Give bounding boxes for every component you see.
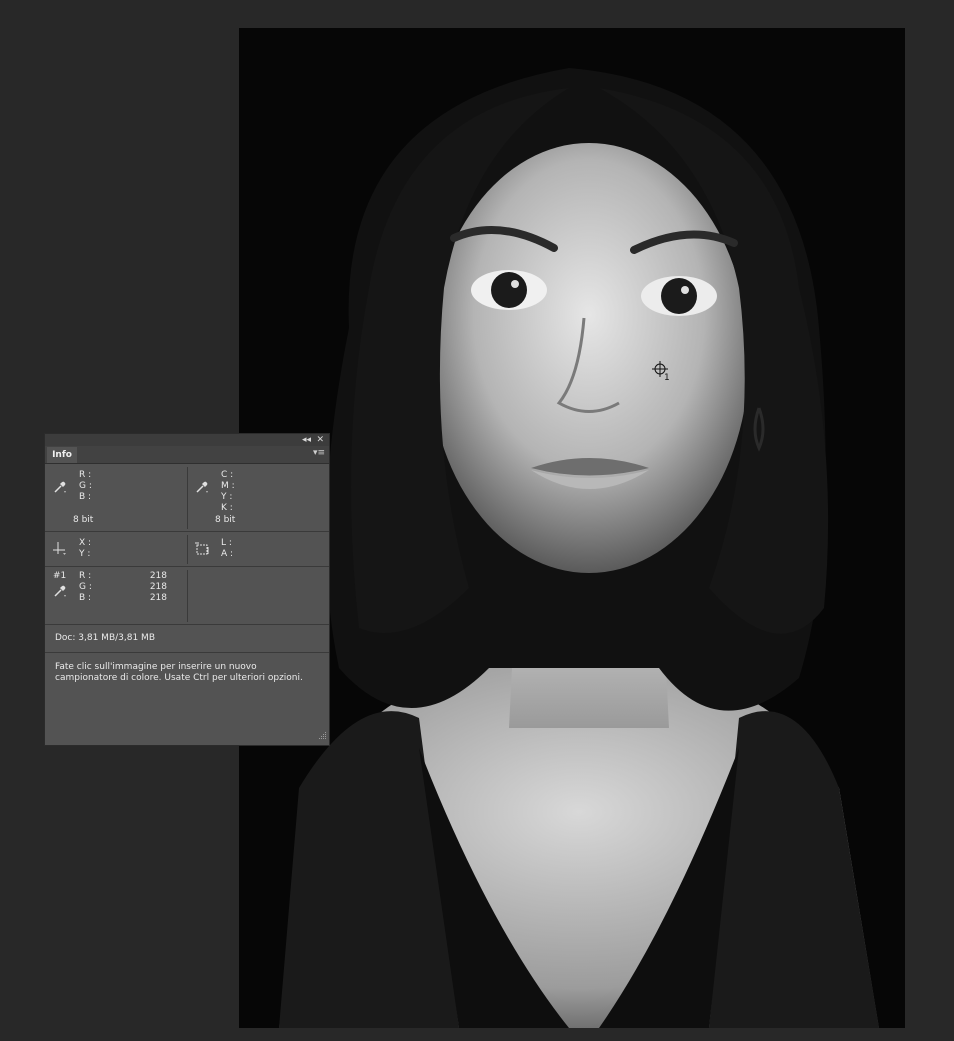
sampler-g-value: 218 (149, 582, 167, 592)
divider (187, 570, 188, 622)
panel-titlebar[interactable]: ◂◂ ✕ (45, 434, 329, 446)
divider (187, 467, 188, 529)
sampler-section: #1 R : G : B : 218 218 218 (45, 567, 329, 625)
hint-text-line2: campionatore di colore. Usate Ctrl per u… (55, 673, 303, 683)
svg-text:1: 1 (664, 373, 670, 383)
panel-menu-icon[interactable]: ▾≡ (313, 448, 325, 458)
color-sampler-icon[interactable] (53, 584, 67, 598)
sampler-r-label: R : (79, 571, 92, 581)
cmyk-m-label: M : (221, 481, 235, 491)
x-label: X : (79, 538, 92, 548)
width-label: L : (221, 538, 232, 548)
document-canvas[interactable]: 1 (239, 28, 905, 1028)
resize-grip-icon[interactable] (318, 731, 327, 743)
doc-size-section: Doc: 3,81 MB/3,81 MB (45, 625, 329, 653)
rgb-bit-depth: 8 bit (73, 515, 94, 525)
hint-text-line1: Fate clic sull'immagine per inserire un … (55, 662, 257, 672)
portrait-photo: 1 (239, 28, 905, 1028)
sampler-b-value: 218 (149, 593, 167, 603)
sampler-r-value: 218 (149, 571, 167, 581)
divider (187, 535, 188, 564)
color-readout-section: R : G : B : 8 bit C : M : Y : K : 8 bit (45, 464, 329, 532)
panel-tabbar: Info ▾≡ (45, 446, 329, 464)
tab-info[interactable]: Info (47, 447, 77, 463)
y-label: Y : (79, 549, 91, 559)
rgb-r-label: R : (79, 470, 92, 480)
cmyk-k-label: K : (221, 503, 233, 513)
position-section: X : Y : L : A : (45, 532, 329, 567)
doc-size: Doc: 3,81 MB/3,81 MB (55, 633, 155, 643)
sampler-id: #1 (53, 571, 67, 581)
cmyk-c-label: C : (221, 470, 234, 480)
crosshair-icon (53, 542, 67, 556)
selection-size-icon (195, 542, 209, 556)
cmyk-y-label: Y : (221, 492, 233, 502)
height-label: A : (221, 549, 234, 559)
close-panel-icon[interactable]: ✕ (316, 434, 324, 446)
info-panel[interactable]: ◂◂ ✕ Info ▾≡ R : G : B : 8 bit C : M : Y… (44, 433, 330, 746)
eyedropper-icon[interactable] (195, 480, 209, 494)
sampler-b-label: B : (79, 593, 92, 603)
rgb-g-label: G : (79, 481, 92, 491)
sampler-g-label: G : (79, 582, 92, 592)
rgb-b-label: B : (79, 492, 92, 502)
collapse-panel-icon[interactable]: ◂◂ (302, 434, 311, 446)
eyedropper-icon[interactable] (53, 480, 67, 494)
cmyk-bit-depth: 8 bit (215, 515, 236, 525)
